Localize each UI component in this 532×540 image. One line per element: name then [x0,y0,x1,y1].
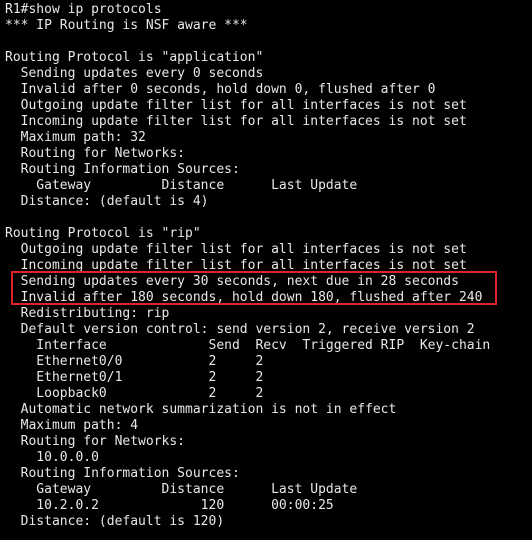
terminal-line: 10.2.0.2 120 00:00:25 [5,498,334,513]
terminal-line: *** IP Routing is NSF aware *** [5,18,248,33]
terminal-line: Ethernet0/0 2 2 [5,354,264,369]
terminal-line: Incoming update filter list for all inte… [5,258,467,273]
terminal-line: Loopback0 2 2 [5,386,264,401]
terminal-line-highlighted: Sending updates every 30 seconds, next d… [5,274,459,289]
terminal-line: Gateway Distance Last Update [5,178,358,193]
terminal-line-prompt: R1#show ip protocols [5,2,162,17]
terminal-line: Outgoing update filter list for all inte… [5,98,467,113]
terminal-line: Maximum path: 4 [5,418,139,433]
terminal-line: Routing Protocol is "application" [5,50,264,65]
terminal-line: Incoming update filter list for all inte… [5,114,467,129]
terminal-line: Default version control: send version 2,… [5,322,475,337]
terminal-line: Maximum path: 32 [5,130,146,145]
terminal-line-highlighted: Invalid after 180 seconds, hold down 180… [5,290,483,305]
terminal-line: Redistributing: rip [5,306,170,321]
terminal-line: Routing Information Sources: [5,466,240,481]
terminal-line: Distance: (default is 4) [5,194,209,209]
terminal-line: Automatic network summarization is not i… [5,402,397,417]
terminal-line: Distance: (default is 120) [5,514,225,529]
terminal-line: Routing Information Sources: [5,162,240,177]
terminal-line: Routing for Networks: [5,146,186,161]
terminal-line: Outgoing update filter list for all inte… [5,242,467,257]
terminal-line: Gateway Distance Last Update [5,482,358,497]
terminal-line: Interface Send Recv Triggered RIP Key-ch… [5,338,491,353]
terminal-line: Invalid after 0 seconds, hold down 0, fl… [5,82,436,97]
terminal-line: Ethernet0/1 2 2 [5,370,264,385]
terminal-line: Sending updates every 0 seconds [5,66,264,81]
terminal-line: Routing Protocol is "rip" [5,226,201,241]
terminal-line: 10.0.0.0 [5,450,99,465]
terminal-window[interactable]: R1#show ip protocols *** IP Routing is N… [0,0,532,540]
terminal-line: Routing for Networks: [5,434,186,449]
